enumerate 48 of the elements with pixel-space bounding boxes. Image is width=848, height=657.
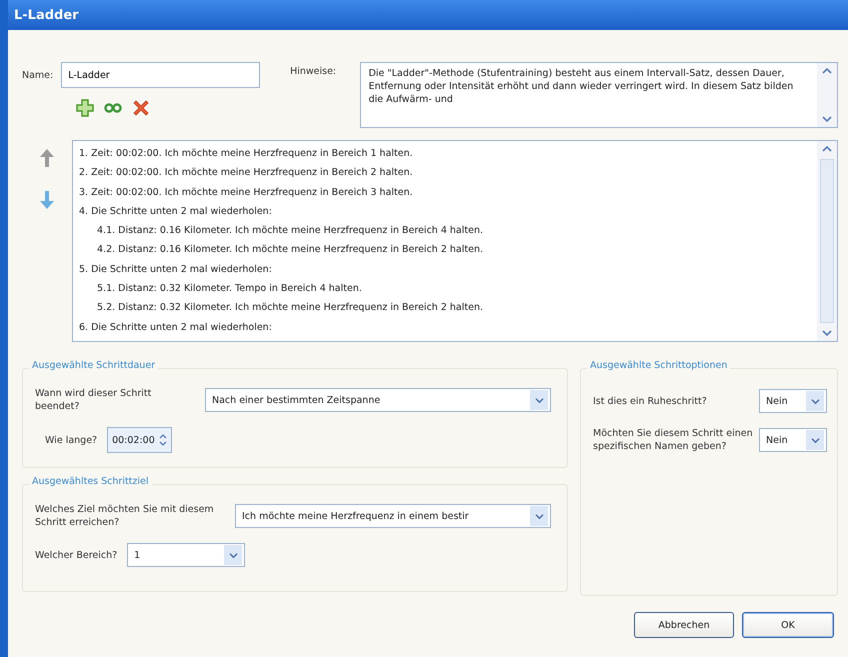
- up-arrow-icon[interactable]: [39, 148, 55, 168]
- dropdown[interactable]: Nein: [759, 389, 827, 413]
- cancel-button[interactable]: Abbrechen: [634, 612, 734, 638]
- list-item[interactable]: 3. Zeit: 00:02:00. Ich möchte meine Herzfrequenz in Bereich 3 halten.: [79, 182, 811, 202]
- window-title: L-Ladder: [14, 8, 79, 22]
- field-label: Welches Ziel möchten Sie mit diesem Schritt erreichen?: [35, 503, 215, 529]
- name-label: Name:: [22, 70, 54, 80]
- caret-icon[interactable]: [224, 545, 242, 565]
- notes-text: Die "Ladder"-Methode (Stufentraining) besteht aus einem Intervall-Satz, dessen Dauer, Entfernung oder Intensität erhöht und dann wieder verringert wird. In diesem Satz bilden die Aufwärm- und: [368, 67, 794, 107]
- group-title: Ausgewählte Schrittdauer: [29, 360, 158, 371]
- list-item[interactable]: 1. Zeit: 00:02:00. Ich möchte meine Herzfrequenz in Bereich 1 halten.: [79, 144, 811, 164]
- down-arrow-icon[interactable]: [39, 190, 55, 210]
- ok-button[interactable]: OK: [742, 612, 834, 638]
- caret-icon[interactable]: [530, 390, 548, 410]
- plus-icon[interactable]: [75, 98, 95, 118]
- dropdown[interactable]: Ich möchte meine Herzfrequenz in einem bestir: [235, 504, 551, 528]
- notes-label: Hinweise:: [290, 66, 338, 77]
- scroll-down-icon[interactable]: [822, 329, 832, 337]
- caret-icon[interactable]: [806, 391, 824, 411]
- list-item[interactable]: 5.1. Distanz: 0.32 Kilometer. Tempo in Bereich 4 halten.: [79, 279, 811, 298]
- scroll-down-icon[interactable]: [822, 115, 832, 123]
- scroll-up-icon[interactable]: [822, 145, 832, 153]
- delete-icon[interactable]: [131, 98, 151, 118]
- list-item[interactable]: 2. Zeit: 00:02:00. Ich möchte meine Herzfrequenz in Bereich 2 halten.: [79, 163, 811, 183]
- dropdown[interactable]: 1: [127, 543, 246, 567]
- list-item[interactable]: 4.1. Distanz: 0.16 Kilometer. Ich möchte meine Herzfrequenz in Bereich 4 halten.: [79, 221, 811, 240]
- scrollbar[interactable]: [817, 141, 837, 341]
- spin-arrows-icon[interactable]: [158, 433, 167, 447]
- field-label: Wann wird dieser Schritt beendet?: [35, 387, 152, 413]
- scroll-up-icon[interactable]: [822, 67, 832, 75]
- dropdown[interactable]: Nach einer bestimmten Zeitspanne: [205, 388, 551, 412]
- field-label: Welcher Bereich?: [35, 550, 118, 560]
- list-item[interactable]: 5.2. Distanz: 0.32 Kilometer. Ich möchte meine Herzfrequenz in Bereich 2 halten.: [79, 298, 811, 318]
- group-title: Ausgewählte Schrittoptionen: [587, 360, 730, 371]
- caret-icon[interactable]: [530, 506, 548, 526]
- time-spinner[interactable]: 00:02:00: [107, 427, 172, 453]
- dropdown[interactable]: Nein: [759, 428, 827, 452]
- list-item[interactable]: 5. Die Schritte unten 2 mal wiederholen:: [79, 260, 811, 280]
- field-label: Wie lange?: [45, 434, 98, 446]
- field-label: Ist dies ein Ruheschritt?: [593, 394, 708, 408]
- list-item[interactable]: 6. Die Schritte unten 2 mal wiederholen:: [79, 318, 811, 337]
- group-title: Ausgewähltes Schrittziel: [29, 476, 152, 487]
- name-field[interactable]: L-Ladder: [61, 62, 260, 88]
- list-item[interactable]: 4.2. Distanz: 0.16 Kilometer. Ich möchte meine Herzfrequenz in Bereich 2 halten.: [79, 240, 811, 260]
- list-item[interactable]: 4. Die Schritte unten 2 mal wiederholen:: [79, 202, 811, 222]
- caret-icon[interactable]: [806, 430, 824, 450]
- field-label: Möchten Sie diesem Schritt einen spezifischen Namen geben?: [593, 427, 753, 453]
- scrollbar[interactable]: [817, 63, 837, 127]
